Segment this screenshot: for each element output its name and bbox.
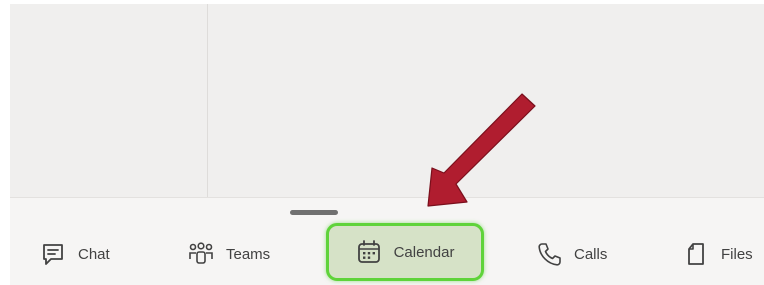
teams-icon xyxy=(188,241,214,267)
tab-chat-label: Chat xyxy=(78,245,110,263)
tab-files[interactable]: Files xyxy=(683,238,753,270)
tab-calendar-label: Calendar xyxy=(393,243,455,261)
chat-icon xyxy=(40,241,66,267)
tab-chat[interactable]: Chat xyxy=(40,238,110,270)
tab-calls[interactable]: Calls xyxy=(536,238,607,270)
file-icon xyxy=(683,241,709,267)
calendar-icon xyxy=(356,239,382,265)
tab-files-label: Files xyxy=(721,245,753,263)
drag-handle[interactable] xyxy=(290,210,338,215)
tab-calendar[interactable]: Calendar xyxy=(326,223,484,281)
bottom-tab-bar: Chat Teams Calendar Calls Files xyxy=(10,197,764,285)
sidebar-divider xyxy=(207,4,208,197)
phone-icon xyxy=(536,241,562,267)
tab-teams-label: Teams xyxy=(226,245,271,263)
tab-teams[interactable]: Teams xyxy=(188,238,270,270)
tab-calls-label: Calls xyxy=(574,245,608,263)
app-window: Chat Teams Calendar Calls Files xyxy=(10,4,764,285)
